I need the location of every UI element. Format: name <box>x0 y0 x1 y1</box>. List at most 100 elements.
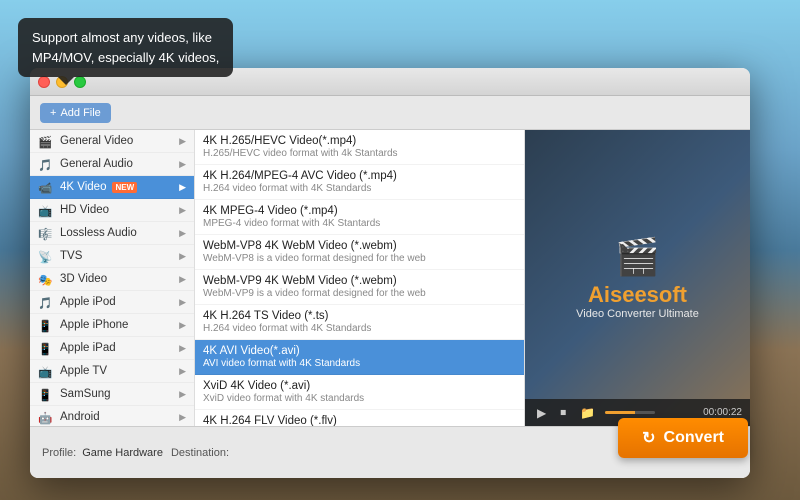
new-badge: NEW <box>112 182 137 193</box>
brand-tagline: Video Converter Ultimate <box>576 308 699 320</box>
category-label: Apple iPod <box>60 296 116 308</box>
format-item-mpeg4-mp4[interactable]: 4K MPEG-4 Video (*.mp4)MPEG-4 video form… <box>195 200 524 235</box>
app-window: + Add File 🎬General Video▶🎵General Audio… <box>30 68 750 478</box>
sidebar-item-lossless-audio[interactable]: 🎼 Lossless Audio ▶ <box>30 222 194 245</box>
convert-button[interactable]: ↻ Convert <box>618 418 748 458</box>
tooltip-line1: Support almost any videos, like <box>32 30 212 45</box>
chevron-right-icon: ▶ <box>179 389 186 400</box>
video-preview: 🎬 Aiseesoft Video Converter Ultimate ▶ ⏹… <box>525 130 750 426</box>
sidebar-item-general-audio[interactable]: 🎵General Audio▶ <box>30 153 194 176</box>
format-name: WebM-VP9 4K WebM Video (*.webm) <box>203 275 516 287</box>
sidebar-item-general-video[interactable]: 🎬 General Video ▶ <box>30 130 194 153</box>
brand-icon: 🎬 <box>576 236 699 278</box>
category-icon: 📺 <box>38 204 54 216</box>
format-item-h264-flv[interactable]: 4K H.264 FLV Video (*.flv)H.264 video fo… <box>195 410 524 426</box>
format-desc: H.264 video format with 4K Standards <box>203 183 516 194</box>
folder-button[interactable]: 📁 <box>576 404 599 422</box>
chevron-right-icon: ▶ <box>179 205 186 216</box>
category-label: Apple iPad <box>60 342 116 354</box>
format-name: XviD 4K Video (*.avi) <box>203 380 516 392</box>
chevron-right-icon: ▶ <box>179 159 186 170</box>
category-icon: 🎵 <box>38 158 54 170</box>
sidebar-item-3d-video[interactable]: 🎭 3D Video ▶ <box>30 268 194 291</box>
add-file-button[interactable]: + Add File <box>40 103 111 123</box>
sidebar-item-apple-iphone[interactable]: 📱Apple iPhone▶ <box>30 314 194 337</box>
category-icon: 📱 <box>38 342 54 354</box>
format-item-xvid-4k[interactable]: XviD 4K Video (*.avi)XviD video format w… <box>195 375 524 410</box>
category-icon: 📹 <box>38 181 54 193</box>
format-item-avi-4k[interactable]: 4K AVI Video(*.avi)AVI video format with… <box>195 340 524 375</box>
chevron-right-icon: ▶ <box>179 182 186 193</box>
sidebar-item-hd-video[interactable]: 📺 HD Video ▶ <box>30 199 194 222</box>
chevron-right-icon: ▶ <box>179 274 186 285</box>
format-name: WebM-VP8 4K WebM Video (*.webm) <box>203 240 516 252</box>
format-desc: H.264 video format with 4K Standards <box>203 323 516 334</box>
sidebar-item-android[interactable]: 🤖Android▶ <box>30 406 194 426</box>
play-button[interactable]: ▶ <box>533 404 550 422</box>
sidebar-item-tvs[interactable]: 📡TVS▶ <box>30 245 194 268</box>
category-icon: 📱 <box>38 388 54 400</box>
add-file-label: Add File <box>60 107 100 119</box>
format-item-webm-vp9[interactable]: WebM-VP9 4K WebM Video (*.webm)WebM-VP9 … <box>195 270 524 305</box>
convert-label: Convert <box>664 429 724 447</box>
chevron-right-icon: ▶ <box>179 366 186 377</box>
category-label: Android <box>60 411 100 423</box>
category-label: TVS <box>60 250 82 262</box>
chevron-right-icon: ▶ <box>179 251 186 262</box>
category-icon: 📱 <box>38 319 54 331</box>
format-name: 4K AVI Video(*.avi) <box>203 345 516 357</box>
category-icon: 🎬 <box>38 135 54 147</box>
category-label: 3D Video <box>60 273 107 285</box>
category-label: Lossless Audio <box>60 227 137 239</box>
category-list[interactable]: 🎬General Video▶🎵General Audio▶📹4K VideoN… <box>30 130 195 426</box>
brand-name: Aiseesoft <box>576 282 699 308</box>
chevron-right-icon: ▶ <box>179 228 186 239</box>
category-label: HD Video <box>60 204 109 216</box>
category-label: Apple TV <box>60 365 107 377</box>
close-button[interactable] <box>38 76 50 88</box>
time-display: 00:00:22 <box>703 407 742 418</box>
chevron-right-icon: ▶ <box>179 136 186 147</box>
format-name: 4K H.264/MPEG-4 AVC Video (*.mp4) <box>203 170 516 182</box>
sidebar-item-apple-ipod[interactable]: 🎵 Apple iPod ▶ <box>30 291 194 314</box>
chevron-right-icon: ▶ <box>179 343 186 354</box>
category-icon: 🎭 <box>38 273 54 285</box>
format-desc: H.265/HEVC video format with 4k Stantard… <box>203 148 516 159</box>
format-item-webm-vp8[interactable]: WebM-VP8 4K WebM Video (*.webm)WebM-VP8 … <box>195 235 524 270</box>
destination-label: Destination: <box>171 447 229 459</box>
add-file-icon: + <box>50 107 56 119</box>
format-name: 4K H.264 TS Video (*.ts) <box>203 310 516 322</box>
category-label: General Video <box>60 135 133 147</box>
chevron-right-icon: ▶ <box>179 320 186 331</box>
format-name: 4K MPEG-4 Video (*.mp4) <box>203 205 516 217</box>
format-item-h264-avc-mp4[interactable]: 4K H.264/MPEG-4 AVC Video (*.mp4)H.264 v… <box>195 165 524 200</box>
format-desc: AVI video format with 4K Standards <box>203 358 516 369</box>
sidebar-item-apple-tv[interactable]: 📺 Apple TV ▶ <box>30 360 194 383</box>
category-icon: 🎵 <box>38 296 54 308</box>
volume-slider[interactable] <box>605 411 655 414</box>
maximize-button[interactable] <box>74 76 86 88</box>
chevron-right-icon: ▶ <box>179 297 186 308</box>
stop-button[interactable]: ⏹ <box>556 403 570 422</box>
main-content: 🎬General Video▶🎵General Audio▶📹4K VideoN… <box>30 130 750 426</box>
chevron-right-icon: ▶ <box>179 412 186 423</box>
brand-logo: 🎬 Aiseesoft Video Converter Ultimate <box>576 236 699 320</box>
format-desc: XviD video format with 4K standards <box>203 393 516 404</box>
format-item-h265-mp4[interactable]: 4K H.265/HEVC Video(*.mp4)H.265/HEVC vid… <box>195 130 524 165</box>
tooltip-bubble: Support almost any videos, like MP4/MOV,… <box>18 18 233 77</box>
category-icon: 🎼 <box>38 227 54 239</box>
destination-field: Destination: <box>171 447 235 459</box>
right-panel: 🎬 Aiseesoft Video Converter Ultimate ▶ ⏹… <box>525 130 750 426</box>
tooltip-line2: MP4/MOV, especially 4K videos, <box>32 50 219 65</box>
format-name: 4K H.264 FLV Video (*.flv) <box>203 415 516 426</box>
format-item-h264-ts[interactable]: 4K H.264 TS Video (*.ts)H.264 video form… <box>195 305 524 340</box>
sidebar-item-apple-ipad[interactable]: 📱 Apple iPad ▶ <box>30 337 194 360</box>
category-icon: 📺 <box>38 365 54 377</box>
format-list[interactable]: 4K H.265/HEVC Video(*.mp4)H.265/HEVC vid… <box>195 130 525 426</box>
category-label: SamSung <box>60 388 111 400</box>
sidebar-item-4k-video[interactable]: 📹4K VideoNEW▶ <box>30 176 194 199</box>
format-desc: MPEG-4 video format with 4K Stantards <box>203 218 516 229</box>
profile-label: Profile: <box>42 447 76 459</box>
format-desc: WebM-VP8 is a video format designed for … <box>203 253 516 264</box>
sidebar-item-samsung[interactable]: 📱 SamSung ▶ <box>30 383 194 406</box>
